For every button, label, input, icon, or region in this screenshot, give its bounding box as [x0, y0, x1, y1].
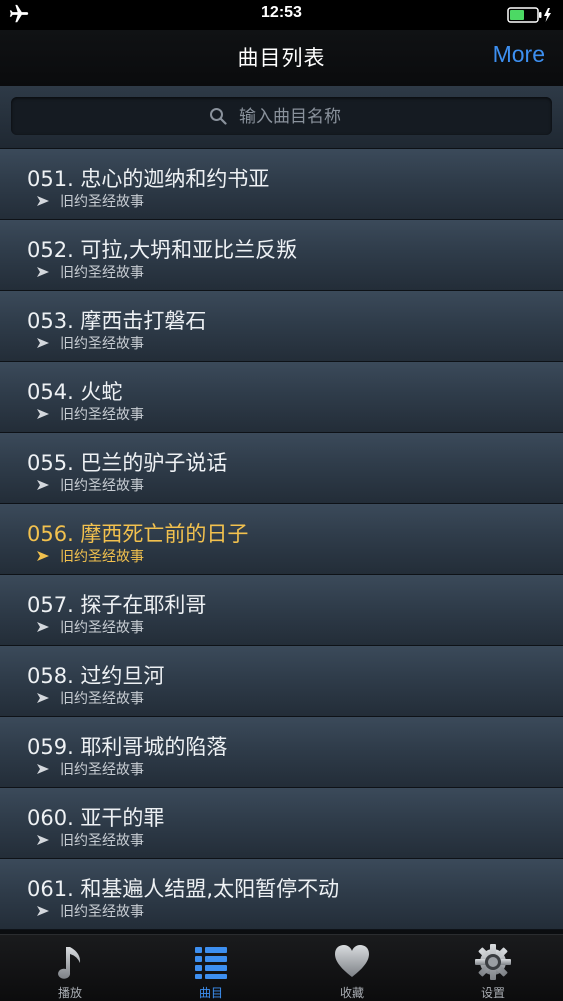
track-category-label: 旧约圣经故事 — [60, 762, 144, 778]
page-title: 曲目列表 — [237, 46, 326, 70]
navigation-bar: 曲目列表 More — [0, 30, 563, 86]
track-category: 旧约圣经故事 — [36, 333, 144, 353]
list-item[interactable]: 053. 摩西击打磐石旧约圣经故事 — [0, 291, 563, 362]
track-category-label: 旧约圣经故事 — [60, 620, 144, 636]
arrow-icon — [37, 409, 49, 419]
arrow-icon — [37, 338, 49, 348]
list-item[interactable]: 055. 巴兰的驴子说话旧约圣经故事 — [0, 433, 563, 504]
search-input[interactable] — [237, 103, 541, 131]
track-title: 057. 探子在耶利哥 — [27, 593, 207, 617]
search-bar — [0, 86, 563, 149]
arrow-icon — [37, 480, 49, 490]
status-bar: 12:53 — [0, 0, 563, 30]
arrow-icon — [37, 764, 49, 774]
track-title: 051. 忠心的迦纳和约书亚 — [27, 167, 270, 191]
track-category: 旧约圣经故事 — [36, 617, 144, 637]
list-icon — [195, 947, 227, 979]
track-category-label: 旧约圣经故事 — [60, 549, 144, 565]
search-icon — [210, 108, 227, 125]
track-category: 旧约圣经故事 — [36, 191, 144, 211]
list-item[interactable]: 056. 摩西死亡前的日子旧约圣经故事 — [0, 504, 563, 575]
arrow-icon — [37, 551, 49, 561]
arrow-icon — [37, 267, 49, 277]
list-item[interactable]: 059. 耶利哥城的陷落旧约圣经故事 — [0, 717, 563, 788]
track-category: 旧约圣经故事 — [36, 475, 144, 495]
track-category-label: 旧约圣经故事 — [60, 265, 144, 281]
music-note-icon — [58, 947, 81, 979]
track-category-label: 旧约圣经故事 — [60, 336, 144, 352]
tab-tracks[interactable]: 曲目 — [141, 935, 281, 1001]
list-item[interactable]: 051. 忠心的迦纳和约书亚旧约圣经故事 — [0, 149, 563, 220]
gear-icon — [475, 944, 511, 980]
more-button[interactable]: More — [493, 41, 545, 68]
tab-favorites[interactable]: 收藏 — [282, 935, 422, 1001]
heart-icon — [335, 945, 369, 977]
track-category: 旧约圣经故事 — [36, 546, 144, 566]
track-category: 旧约圣经故事 — [36, 404, 144, 424]
list-item[interactable]: 052. 可拉,大坍和亚比兰反叛旧约圣经故事 — [0, 220, 563, 291]
list-item[interactable]: 060. 亚干的罪旧约圣经故事 — [0, 788, 563, 859]
track-category-label: 旧约圣经故事 — [60, 407, 144, 423]
track-category-label: 旧约圣经故事 — [60, 691, 144, 707]
list-item[interactable]: 061. 和基遍人结盟,太阳暂停不动旧约圣经故事 — [0, 859, 563, 930]
list-item[interactable]: 057. 探子在耶利哥旧约圣经故事 — [0, 575, 563, 646]
arrow-icon — [37, 906, 49, 916]
track-title: 060. 亚干的罪 — [27, 806, 165, 830]
track-category-label: 旧约圣经故事 — [60, 478, 144, 494]
track-title: 053. 摩西击打磐石 — [27, 309, 207, 333]
list-item[interactable]: 054. 火蛇旧约圣经故事 — [0, 362, 563, 433]
battery-charging-icon — [507, 7, 551, 23]
tab-tracks-label: 曲目 — [198, 986, 223, 1000]
search-field-container[interactable] — [11, 97, 552, 135]
track-title: 054. 火蛇 — [27, 380, 123, 404]
tab-play[interactable]: 播放 — [0, 935, 140, 1001]
track-category: 旧约圣经故事 — [36, 759, 144, 779]
list-item[interactable]: 058. 过约旦河旧约圣经故事 — [0, 646, 563, 717]
track-category-label: 旧约圣经故事 — [60, 904, 144, 920]
track-category: 旧约圣经故事 — [36, 262, 144, 282]
track-title: 056. 摩西死亡前的日子 — [27, 522, 249, 546]
tab-play-label: 播放 — [57, 986, 82, 1000]
track-category: 旧约圣经故事 — [36, 830, 144, 850]
track-title: 061. 和基遍人结盟,太阳暂停不动 — [27, 877, 340, 901]
arrow-icon — [37, 693, 49, 703]
tab-settings-label: 设置 — [480, 986, 505, 1000]
status-time: 12:53 — [261, 4, 302, 21]
track-category-label: 旧约圣经故事 — [60, 833, 144, 849]
arrow-icon — [37, 196, 49, 206]
track-title: 052. 可拉,大坍和亚比兰反叛 — [27, 238, 298, 262]
track-category: 旧约圣经故事 — [36, 901, 144, 921]
tab-bar: 播放 曲目 收藏 设置 — [0, 934, 563, 1001]
track-category-label: 旧约圣经故事 — [60, 194, 144, 210]
track-title: 058. 过约旦河 — [27, 664, 165, 688]
track-title: 055. 巴兰的驴子说话 — [27, 451, 228, 475]
track-category: 旧约圣经故事 — [36, 688, 144, 708]
tab-favorites-label: 收藏 — [339, 986, 364, 1000]
track-title: 059. 耶利哥城的陷落 — [27, 735, 228, 759]
track-list: 051. 忠心的迦纳和约书亚 旧约圣经故事 052. 可拉,大坍和亚比兰反叛 旧约圣经… — [0, 149, 563, 934]
arrow-icon — [37, 835, 49, 845]
arrow-icon — [37, 622, 49, 632]
tab-settings[interactable]: 设置 — [423, 935, 563, 1001]
